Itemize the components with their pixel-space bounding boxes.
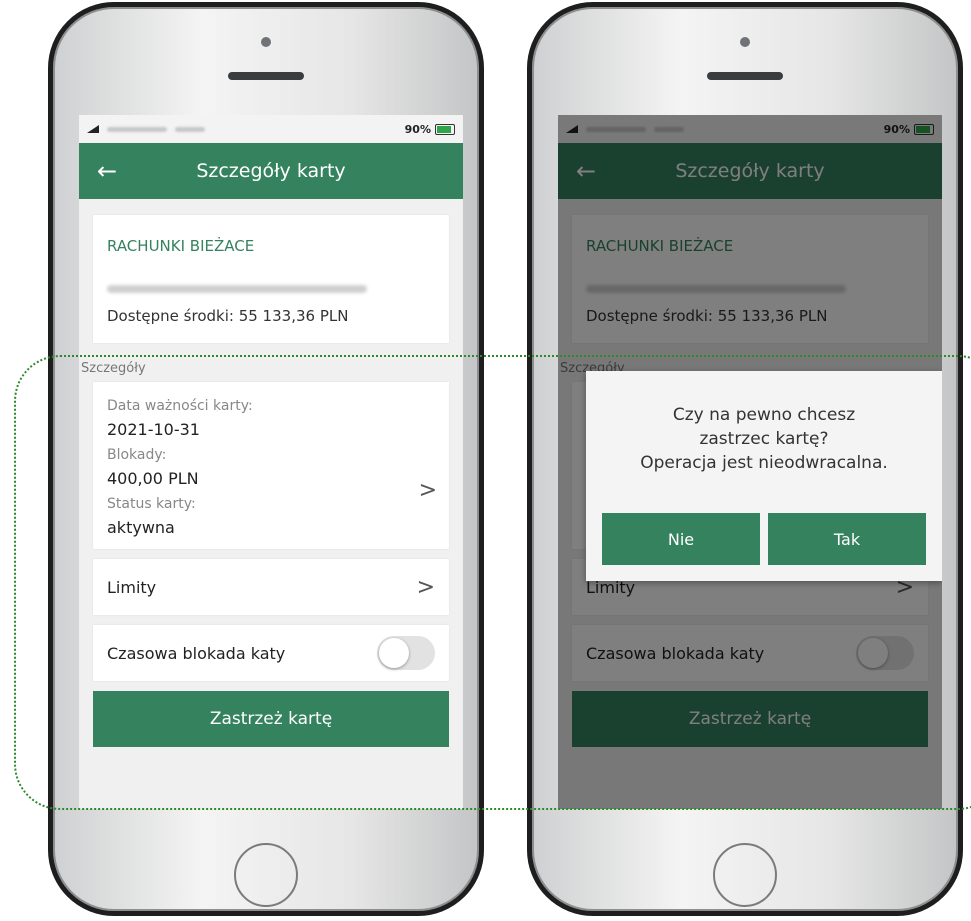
temporary-block-toggle[interactable] — [377, 636, 435, 670]
battery-icon — [435, 123, 455, 135]
signal-icon — [87, 125, 99, 133]
status-label: Status karty: — [107, 496, 196, 512]
speaker-grille — [228, 72, 304, 80]
phone-frame-right: 90% ← Szczegóły karty RACHUNKI BIEŻACE D… — [527, 2, 963, 916]
blocks-value: 400,00 PLN — [107, 469, 199, 488]
account-card: RACHUNKI BIEŻACE Dostępne środki: 55 133… — [93, 215, 449, 343]
time-redacted — [175, 126, 205, 132]
blocks-label: Blokady: — [107, 447, 167, 463]
details-section-label: Szczegóły — [81, 361, 146, 376]
available-funds: Dostępne środki: 55 133,36 PLN — [107, 307, 349, 325]
dialog-line-3: Operacja jest nieodwracalna. — [640, 453, 888, 473]
app-bar: ← Szczegóły karty — [79, 143, 463, 199]
status-value: aktywna — [107, 518, 175, 537]
screen-confirm-block: 90% ← Szczegóły karty RACHUNKI BIEŻACE D… — [558, 115, 942, 809]
limits-row[interactable]: Limity > — [93, 559, 449, 615]
arrow-left-icon[interactable]: ← — [97, 159, 117, 183]
dialog-line-1: Czy na pewno chcesz — [672, 405, 856, 425]
account-name: RACHUNKI BIEŻACE — [107, 237, 255, 255]
block-card-button[interactable]: Zastrzeż kartę — [93, 691, 449, 747]
chevron-right-icon: > — [416, 574, 435, 600]
account-number-redacted — [107, 285, 367, 293]
camera-dot — [740, 37, 750, 47]
status-bar: 90% — [79, 115, 463, 143]
page-title: Szczegóły karty — [196, 160, 346, 182]
limits-label: Limity — [107, 577, 157, 597]
screen-card-details: 90% ← Szczegóły karty RACHUNKI BIEŻACE D… — [79, 115, 463, 809]
carrier-redacted — [107, 126, 167, 132]
home-button[interactable] — [713, 843, 777, 907]
confirm-dialog: Czy na pewno chcesz zastrzec kartę? Oper… — [586, 371, 942, 581]
phone-frame-left: 90% ← Szczegóły karty RACHUNKI BIEŻACE D… — [48, 2, 484, 916]
dialog-no-button[interactable]: Nie — [602, 513, 760, 565]
details-card[interactable]: Data ważności karty: 2021-10-31 Blokady:… — [93, 382, 449, 549]
temporary-block-row: Czasowa blokada katy — [93, 625, 449, 681]
expiry-label: Data ważności karty: — [107, 398, 253, 414]
dialog-message: Czy na pewno chcesz zastrzec kartę? Oper… — [586, 371, 942, 475]
dialog-line-2: zastrzec kartę? — [699, 429, 829, 449]
speaker-grille — [707, 72, 783, 80]
camera-dot — [261, 37, 271, 47]
temporary-block-label: Czasowa blokada katy — [107, 643, 286, 663]
expiry-value: 2021-10-31 — [107, 420, 200, 439]
battery-percent: 90% — [404, 122, 431, 136]
chevron-right-icon[interactable]: > — [419, 478, 437, 503]
home-button[interactable] — [234, 843, 298, 907]
dialog-yes-button[interactable]: Tak — [768, 513, 926, 565]
